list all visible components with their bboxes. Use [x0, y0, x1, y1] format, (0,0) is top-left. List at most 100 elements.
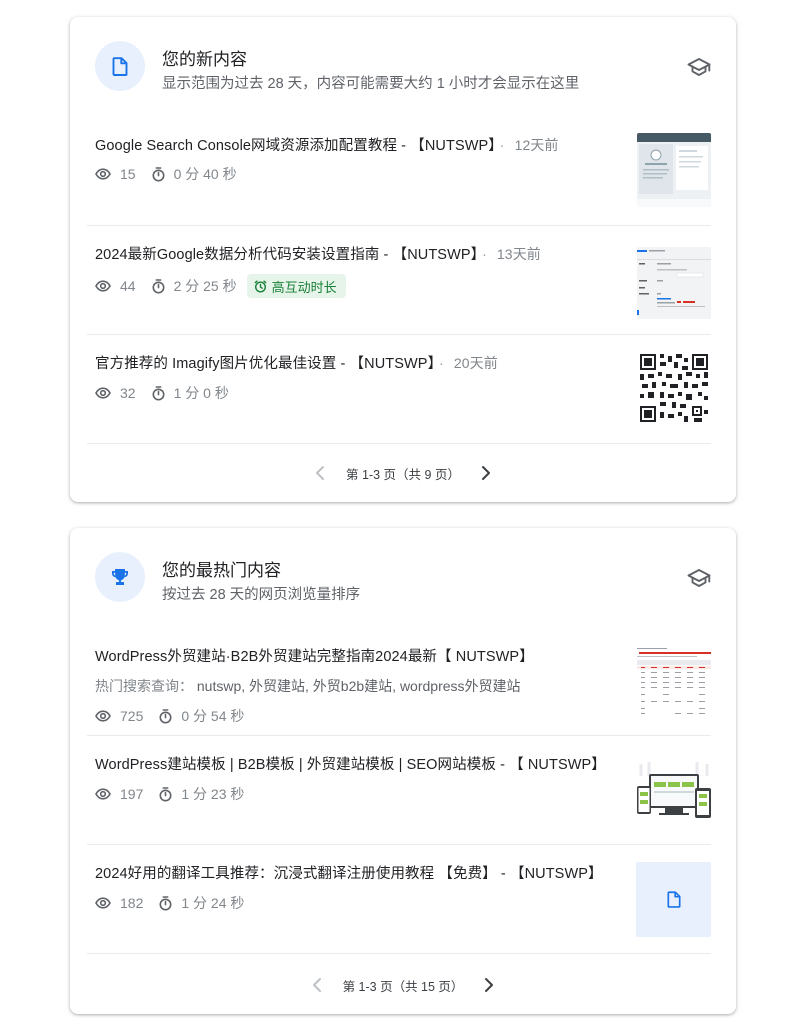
item-stats: 44 2 分 25 秒 高互动时长 — [95, 274, 346, 298]
views-stat: 32 — [95, 385, 136, 401]
chevron-left-icon — [316, 466, 325, 480]
eye-icon — [95, 387, 111, 399]
pagination: 第 1-3 页（共 15 页） — [70, 956, 736, 1014]
gsc-screenshot-image — [637, 133, 711, 207]
item-stats: 197 1 分 23 秒 — [95, 784, 244, 804]
card-header: 您的新内容 显示范围为过去 28 天，内容可能需要大约 1 小时才会显示在这里 — [70, 17, 736, 117]
prev-page-button[interactable] — [308, 461, 332, 485]
stopwatch-icon — [152, 166, 165, 181]
eye-icon — [95, 280, 111, 292]
prev-page-button[interactable] — [305, 973, 329, 997]
learn-button[interactable] — [686, 55, 712, 79]
trophy-icon — [112, 569, 128, 585]
eye-icon — [95, 897, 111, 909]
duration-value: 1 分 24 秒 — [181, 895, 245, 911]
item-age: 12天前 — [514, 137, 559, 153]
views-count: 44 — [120, 278, 136, 294]
item-thumbnail — [637, 760, 711, 834]
trophy-badge — [95, 552, 145, 602]
card-subtitle: 显示范围为过去 28 天，内容可能需要大约 1 小时才会显示在这里 — [162, 76, 580, 92]
badge-label: 高互动时长 — [271, 279, 337, 295]
chevron-right-icon — [485, 978, 494, 992]
document-badge — [95, 41, 145, 91]
learn-button[interactable] — [686, 566, 712, 590]
list-item[interactable]: 官方推荐的 Imagify图片优化最佳设置 - 【NUTSWP】 · 20天前 32… — [87, 335, 711, 444]
item-title-text: 2024最新Google数据分析代码安装设置指南 - 【NUTSWP】 — [95, 247, 478, 263]
item-thumbnail — [638, 352, 710, 424]
item-age: 20天前 — [453, 355, 498, 371]
duration-stat: 1 分 23 秒 — [159, 784, 244, 804]
duration-stat: 1 分 0 秒 — [152, 383, 229, 403]
views-stat: 197 — [95, 786, 143, 802]
duration-stat: 1 分 24 秒 — [159, 893, 244, 913]
duration-value: 1 分 23 秒 — [181, 786, 245, 802]
item-stats: 182 1 分 24 秒 — [95, 893, 244, 913]
duration-value: 2 分 25 秒 — [173, 278, 237, 294]
views-stat: 182 — [95, 895, 143, 911]
document-icon — [112, 56, 128, 76]
list-item[interactable]: WordPress建站模板 | B2B模板 | 外贸建站模板 | SEO网站模板… — [87, 736, 711, 845]
item-thumbnail — [637, 646, 711, 720]
graduation-cap-icon — [687, 58, 711, 76]
new-content-card: 您的新内容 显示范围为过去 28 天，内容可能需要大约 1 小时才会显示在这里 … — [70, 17, 736, 502]
next-page-button[interactable] — [474, 461, 498, 485]
item-title[interactable]: WordPress建站模板 | B2B模板 | 外贸建站模板 | SEO网站模板… — [95, 753, 606, 774]
item-thumbnail — [637, 133, 711, 207]
duration-stat: 0 分 54 秒 — [159, 706, 244, 726]
eye-icon — [95, 710, 111, 722]
views-count: 32 — [120, 385, 136, 401]
graduation-cap-icon — [687, 569, 711, 587]
item-title[interactable]: Google Search Console网域资源添加配置教程 - 【NUTSW… — [95, 134, 559, 155]
pagination: 第 1-3 页（共 9 页） — [70, 444, 736, 502]
query-values: nutswp, 外贸建站, 外贸b2b建站, wordpress外贸建站 — [196, 678, 521, 694]
item-age: 13天前 — [496, 246, 541, 262]
card-header: 您的最热门内容 按过去 28 天的网页浏览量排序 — [70, 528, 736, 628]
chevron-left-icon — [312, 978, 321, 992]
eye-icon — [95, 788, 111, 800]
next-page-button[interactable] — [477, 973, 501, 997]
page-indicator: 第 1-3 页（共 15 页） — [342, 979, 464, 994]
query-label: 热门搜索查询： — [95, 678, 193, 694]
duration-value: 0 分 40 秒 — [173, 166, 237, 182]
top-content-card: 您的最热门内容 按过去 28 天的网页浏览量排序 WordPress外贸建站·B… — [70, 528, 736, 1014]
item-title-text: Google Search Console网域资源添加配置教程 - 【NUTSW… — [95, 138, 496, 154]
ga-screenshot-image — [637, 247, 711, 319]
stopwatch-icon — [159, 786, 172, 801]
stopwatch-icon — [152, 385, 165, 400]
list-item[interactable]: 2024好用的翻译工具推荐：沉浸式翻译注册使用教程 【免费】 - 【NUTSWP… — [87, 845, 711, 954]
item-stats: 32 1 分 0 秒 — [95, 383, 229, 403]
duration-stat: 0 分 40 秒 — [152, 164, 237, 184]
template-devices-image — [637, 760, 711, 834]
stopwatch-icon — [152, 278, 165, 293]
stopwatch-icon — [159, 895, 172, 910]
top-queries: 热门搜索查询： nutswp, 外贸建站, 外贸b2b建站, wordpress… — [95, 676, 521, 696]
chevron-right-icon — [481, 466, 490, 480]
views-stat: 725 — [95, 708, 143, 724]
page-indicator: 第 1-3 页（共 9 页） — [346, 467, 460, 482]
alarm-icon — [254, 280, 267, 293]
item-title[interactable]: WordPress外贸建站·B2B外贸建站完整指南2024最新【 NUTSWP】 — [95, 645, 534, 666]
item-thumbnail — [636, 862, 711, 937]
list-item[interactable]: WordPress外贸建站·B2B外贸建站完整指南2024最新【 NUTSWP】… — [87, 628, 711, 736]
item-title[interactable]: 2024好用的翻译工具推荐：沉浸式翻译注册使用教程 【免费】 - 【NUTSWP… — [95, 862, 603, 883]
duration-value: 0 分 54 秒 — [181, 708, 245, 724]
qr-code-image — [638, 352, 710, 424]
list-item[interactable]: Google Search Console网域资源添加配置教程 - 【NUTSW… — [87, 117, 711, 226]
list-item[interactable]: 2024最新Google数据分析代码安装设置指南 - 【NUTSWP】 · 13天前… — [87, 226, 711, 335]
duration-value: 1 分 0 秒 — [173, 385, 229, 401]
views-count: 15 — [120, 166, 136, 182]
item-stats: 725 0 分 54 秒 — [95, 706, 244, 726]
card-title: 您的最热门内容 — [162, 561, 281, 580]
high-engagement-badge: 高互动时长 — [246, 274, 346, 298]
stopwatch-icon — [159, 708, 172, 723]
eye-icon — [95, 168, 111, 180]
card-subtitle: 按过去 28 天的网页浏览量排序 — [162, 587, 361, 603]
views-count: 182 — [120, 895, 144, 911]
usage-stats-table-image — [637, 646, 711, 720]
item-stats: 15 0 分 40 秒 — [95, 164, 237, 184]
item-title[interactable]: 官方推荐的 Imagify图片优化最佳设置 - 【NUTSWP】 · 20天前 — [95, 352, 498, 373]
views-stat: 15 — [95, 166, 136, 182]
document-icon — [666, 891, 681, 908]
item-title[interactable]: 2024最新Google数据分析代码安装设置指南 - 【NUTSWP】 · 13天前 — [95, 243, 541, 264]
views-stat: 44 — [95, 278, 136, 294]
